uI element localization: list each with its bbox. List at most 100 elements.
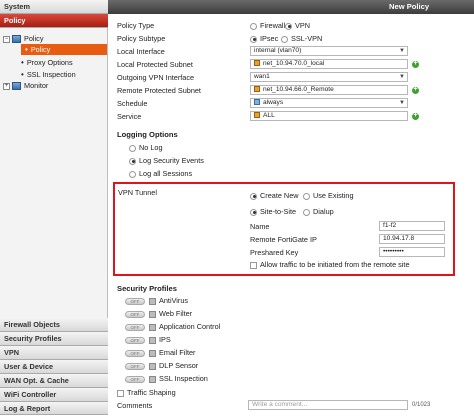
antivirus-label: AntiVirus	[159, 296, 189, 305]
nav-system[interactable]: System	[0, 0, 108, 14]
local-interface-select[interactable]: internal (vlan70) ▼	[250, 46, 408, 56]
checkbox-icon[interactable]	[117, 389, 124, 397]
outgoing-vpn-select[interactable]: wan1 ▼	[250, 72, 408, 82]
expand-icon[interactable]: +	[3, 82, 10, 90]
vpn-create-new[interactable]: Create New	[250, 191, 299, 200]
policy-subtype-ipsec[interactable]: IPsec	[250, 34, 278, 43]
toggle-switch[interactable]: OFF	[125, 362, 145, 370]
radio-icon[interactable]	[129, 144, 136, 152]
tree-proxy-label: Proxy Options	[26, 58, 73, 67]
nav-policy[interactable]: Policy	[0, 14, 108, 28]
add-remote-subnet-icon[interactable]: +	[412, 86, 419, 94]
app-control-label: Application Control	[159, 322, 221, 331]
preshared-key-label: Preshared Key	[250, 248, 299, 257]
nav-firewall-objects[interactable]: Firewall Objects	[0, 318, 108, 332]
allow-remote-initiation[interactable]: Allow traffic to be initiated from the r…	[250, 260, 410, 269]
toggle-switch[interactable]: OFF	[125, 336, 145, 344]
policy-type-vpn[interactable]: VPN	[285, 21, 310, 30]
nav-user-device[interactable]: User & Device	[0, 360, 108, 374]
service-value: ALL	[263, 112, 275, 119]
tree-ssl-inspection[interactable]: • SSL Inspection	[21, 69, 76, 80]
toggle-switch[interactable]: OFF	[125, 310, 145, 318]
ips-icon	[149, 336, 156, 344]
radio-selected-icon[interactable]	[250, 35, 257, 43]
nav-log-report[interactable]: Log & Report	[0, 402, 108, 415]
profile-dlp-sensor[interactable]: OFF DLP Sensor	[125, 361, 198, 370]
tunnel-name-input[interactable]: f1-f2	[379, 221, 445, 231]
schedule-label: Schedule	[117, 99, 148, 108]
radio-selected-icon[interactable]	[250, 192, 257, 200]
tree-proxy-options[interactable]: • Proxy Options	[21, 57, 73, 68]
comments-label: Comments	[117, 401, 153, 410]
no-log-label: No Log	[139, 143, 163, 152]
remote-ip-input[interactable]: 10.94.17.8	[379, 234, 445, 244]
vpn-dialup[interactable]: Dialup	[303, 207, 334, 216]
toggle-switch[interactable]: OFF	[125, 323, 145, 331]
profile-ips[interactable]: OFF IPS	[125, 335, 171, 344]
comments-input[interactable]: Write a comment...	[248, 400, 408, 410]
sidebar: System Policy − Policy • Policy • Proxy Opt…	[0, 0, 108, 415]
schedule-select[interactable]: always ▼	[250, 98, 408, 108]
nav-security-profiles[interactable]: Security Profiles	[0, 332, 108, 346]
nav-wan-opt[interactable]: WAN Opt. & Cache	[0, 374, 108, 388]
toggle-switch[interactable]: OFF	[125, 375, 145, 383]
radio-icon[interactable]	[129, 170, 136, 178]
tree-monitor-label: Monitor	[24, 81, 49, 90]
ipsec-option-label: IPsec	[260, 34, 279, 43]
radio-icon[interactable]	[250, 22, 257, 30]
vpn-use-existing[interactable]: Use Existing	[303, 191, 354, 200]
calendar-icon	[254, 99, 260, 106]
all-sessions-label: Log all Sessions	[139, 169, 193, 178]
app-control-icon	[149, 323, 156, 331]
radio-selected-icon[interactable]	[250, 208, 257, 216]
add-local-subnet-icon[interactable]: +	[412, 60, 419, 68]
email-filter-icon	[149, 349, 156, 357]
profile-ssl-inspection[interactable]: OFF SSL Inspection	[125, 374, 208, 383]
use-existing-label: Use Existing	[313, 191, 354, 200]
remote-subnet-label: Remote Protected Subnet	[117, 86, 201, 95]
page-title: New Policy	[108, 0, 474, 14]
dlp-sensor-label: DLP Sensor	[159, 361, 199, 370]
local-subnet-select[interactable]: net_10.94.70.0_local	[250, 59, 408, 69]
radio-icon[interactable]	[281, 35, 288, 43]
add-service-icon[interactable]: +	[412, 112, 419, 120]
radio-icon[interactable]	[303, 192, 310, 200]
nav-vpn[interactable]: VPN	[0, 346, 108, 360]
traffic-shaping[interactable]: Traffic Shaping	[117, 388, 176, 397]
logging-no-log[interactable]: No Log	[129, 143, 163, 152]
tree-monitor[interactable]: + Monitor	[3, 80, 48, 91]
profile-antivirus[interactable]: OFF AntiVirus	[125, 296, 188, 305]
vpn-site-to-site[interactable]: Site-to-Site	[250, 207, 296, 216]
radio-selected-icon[interactable]	[285, 22, 292, 30]
profile-email-filter[interactable]: OFF Email Filter	[125, 348, 196, 357]
preshared-key-input[interactable]: •••••••••	[379, 247, 445, 257]
profile-web-filter[interactable]: OFF Web Filter	[125, 309, 192, 318]
radio-icon[interactable]	[303, 208, 310, 216]
tree-policy-group[interactable]: − Policy	[3, 33, 43, 44]
logging-all-sessions[interactable]: Log all Sessions	[129, 169, 192, 178]
tunnel-name-label: Name	[250, 222, 270, 231]
monitor-icon	[12, 82, 21, 91]
profile-app-control[interactable]: OFF Application Control	[125, 322, 220, 331]
radio-selected-icon[interactable]	[129, 157, 136, 165]
bullet-icon: •	[21, 70, 24, 79]
service-select[interactable]: ALL	[250, 111, 408, 121]
remote-subnet-select[interactable]: net_10.94.66.0_Remote	[250, 85, 408, 95]
site-to-site-label: Site-to-Site	[260, 207, 297, 216]
create-new-label: Create New	[260, 191, 299, 200]
policy-type-firewall[interactable]: Firewall	[250, 21, 285, 30]
toggle-switch[interactable]: OFF	[125, 297, 145, 305]
logging-security-events[interactable]: Log Security Events	[129, 156, 204, 165]
toggle-switch[interactable]: OFF	[125, 349, 145, 357]
policy-subtype-sslvpn[interactable]: SSL-VPN	[281, 34, 322, 43]
local-interface-value: internal (vlan70)	[254, 47, 302, 54]
collapse-icon[interactable]: −	[3, 35, 10, 43]
checkbox-icon[interactable]	[250, 261, 257, 269]
tree-policy-label: Policy	[24, 34, 44, 43]
service-icon	[254, 112, 260, 119]
comment-counter: 0/1023	[412, 402, 431, 408]
outgoing-vpn-label: Outgoing VPN Interface	[117, 73, 195, 82]
tree-policy-item[interactable]: • Policy	[21, 44, 107, 55]
nav-wifi-controller[interactable]: WiFi Controller	[0, 388, 108, 402]
web-filter-icon	[149, 310, 156, 318]
